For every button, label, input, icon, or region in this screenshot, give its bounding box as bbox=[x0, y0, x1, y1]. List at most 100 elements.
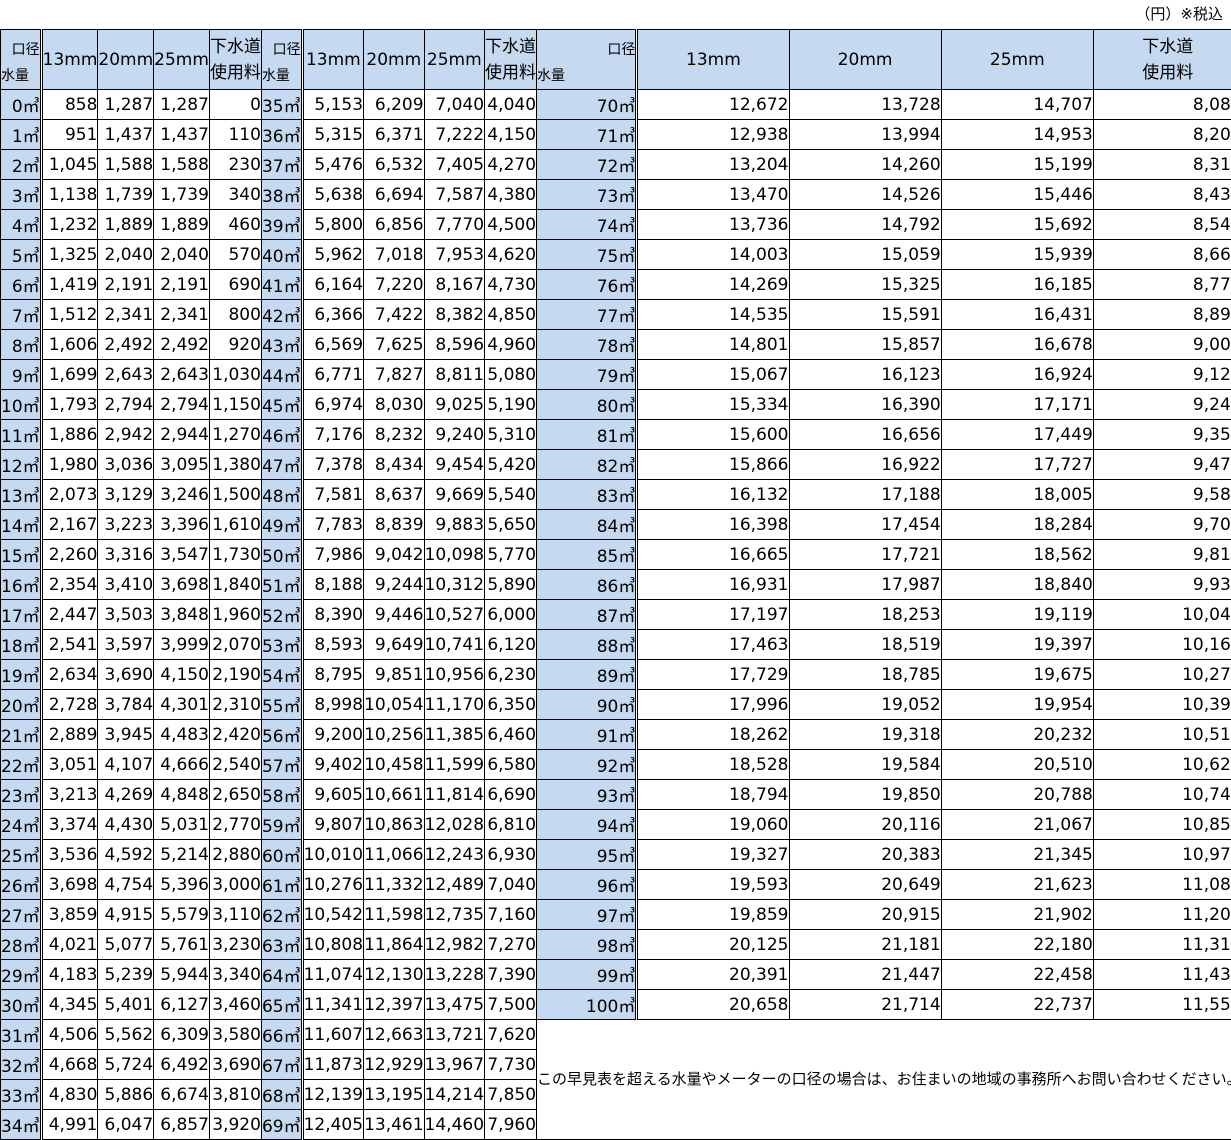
volume-cell: 30㎥ bbox=[0, 989, 43, 1020]
water-fee-cell: 10,863 bbox=[363, 809, 425, 840]
volume-cell: 94㎥ bbox=[536, 809, 639, 840]
volume-cell: 47㎥ bbox=[260, 449, 304, 480]
volume-cell: 81㎥ bbox=[536, 419, 639, 450]
water-fee-cell: 20,391 bbox=[636, 959, 790, 990]
water-fee-cell: 8,188 bbox=[301, 569, 365, 600]
water-fee-cell: 15,692 bbox=[940, 209, 1094, 240]
sewer-fee-cell: 2,070 bbox=[208, 629, 262, 660]
water-fee-cell: 16,123 bbox=[788, 359, 942, 390]
water-fee-cell: 13,967 bbox=[423, 1049, 486, 1080]
water-fee-cell: 21,067 bbox=[940, 809, 1094, 840]
water-fee-cell: 15,446 bbox=[940, 179, 1094, 210]
sewer-fee-cell: 3,110 bbox=[208, 899, 262, 930]
water-fee-cell: 5,476 bbox=[301, 149, 365, 180]
water-fee-cell: 3,698 bbox=[40, 869, 99, 900]
water-fee-cell: 9,883 bbox=[423, 509, 486, 540]
water-fee-cell: 951 bbox=[40, 119, 99, 150]
sewer-fee-cell: 7,270 bbox=[484, 929, 538, 960]
sewer-fee-cell: 1,380 bbox=[208, 449, 262, 480]
volume-cell: 99㎥ bbox=[536, 959, 639, 990]
water-fee-cell: 8,637 bbox=[363, 479, 425, 510]
water-fee-cell: 2,354 bbox=[40, 569, 99, 600]
water-fee-cell: 1,045 bbox=[40, 149, 99, 180]
sewer-fee-cell: 9,930 bbox=[1092, 569, 1231, 600]
water-fee-cell: 17,721 bbox=[788, 539, 942, 570]
volume-cell: 61㎥ bbox=[260, 869, 304, 900]
volume-cell: 5㎥ bbox=[0, 239, 43, 270]
volume-cell: 74㎥ bbox=[536, 209, 639, 240]
water-fee-cell: 7,220 bbox=[363, 269, 425, 300]
volume-cell: 72㎥ bbox=[536, 149, 639, 180]
water-fee-cell: 1,588 bbox=[97, 149, 155, 180]
water-fee-cell: 8,434 bbox=[363, 449, 425, 480]
sewer-fee-cell: 6,000 bbox=[484, 599, 538, 630]
water-fee-cell: 6,674 bbox=[153, 1079, 210, 1110]
volume-cell: 79㎥ bbox=[536, 359, 639, 390]
volume-cell: 89㎥ bbox=[536, 659, 639, 690]
sewer-fee-cell: 8,660 bbox=[1092, 239, 1231, 270]
water-fee-cell: 10,542 bbox=[301, 899, 365, 930]
water-fee-cell: 11,599 bbox=[423, 749, 486, 780]
water-fee-cell: 17,727 bbox=[940, 449, 1094, 480]
water-fee-cell: 19,954 bbox=[940, 689, 1094, 720]
water-fee-cell: 13,994 bbox=[788, 119, 942, 150]
water-fee-cell: 4,107 bbox=[97, 749, 155, 780]
water-fee-cell: 4,150 bbox=[153, 659, 210, 690]
water-fee-cell: 10,312 bbox=[423, 569, 486, 600]
volume-cell: 14㎥ bbox=[0, 509, 43, 540]
table-row: 15㎥ 2,260 3,316 3,547 1,730 50㎥ 7,986 9,042 10,0… bbox=[0, 539, 1231, 570]
sewer-fee-cell: 4,040 bbox=[484, 89, 538, 120]
volume-label: 水量 bbox=[1, 67, 29, 84]
sewer-fee-cell: 570 bbox=[208, 239, 262, 270]
volume-cell: 84㎥ bbox=[536, 509, 639, 540]
sewer-fee-cell: 11,080 bbox=[1092, 869, 1231, 900]
water-fee-cell: 6,532 bbox=[363, 149, 425, 180]
sewer-fee-cell: 5,770 bbox=[484, 539, 538, 570]
table-row: 10㎥ 1,793 2,794 2,794 1,150 45㎥ 6,974 8,030 9,02… bbox=[0, 389, 1231, 420]
sewer-fee-header-line2: 使用料 bbox=[209, 62, 261, 83]
water-fee-cell: 3,213 bbox=[40, 779, 99, 810]
water-fee-cell: 2,942 bbox=[97, 419, 155, 450]
sewer-fee-cell: 10,620 bbox=[1092, 749, 1231, 780]
water-fee-cell: 1,588 bbox=[153, 149, 210, 180]
sewer-fee-cell: 4,500 bbox=[484, 209, 538, 240]
volume-cell: 66㎥ bbox=[260, 1019, 304, 1050]
water-fee-cell: 2,040 bbox=[97, 239, 155, 270]
volume-cell: 92㎥ bbox=[536, 749, 639, 780]
water-fee-cell: 14,003 bbox=[636, 239, 790, 270]
diameter-header: 25mm bbox=[423, 29, 486, 90]
volume-label: 水量 bbox=[261, 67, 290, 84]
water-fee-cell: 1,606 bbox=[40, 329, 99, 360]
water-fee-cell: 18,562 bbox=[940, 539, 1094, 570]
water-fee-cell: 11,864 bbox=[363, 929, 425, 960]
volume-cell: 91㎥ bbox=[536, 719, 639, 750]
water-fee-cell: 3,503 bbox=[97, 599, 155, 630]
sewer-fee-cell: 7,040 bbox=[484, 869, 538, 900]
water-fee-cell: 8,811 bbox=[423, 359, 486, 390]
volume-cell: 22㎥ bbox=[0, 749, 43, 780]
sewer-fee-cell: 5,890 bbox=[484, 569, 538, 600]
sewer-fee-header-line2: 使用料 bbox=[485, 62, 537, 83]
water-fee-cell: 5,315 bbox=[301, 119, 365, 150]
water-fee-cell: 7,587 bbox=[423, 179, 486, 210]
volume-cell: 2㎥ bbox=[0, 149, 43, 180]
volume-cell: 8㎥ bbox=[0, 329, 43, 360]
sewer-fee-cell: 1,610 bbox=[208, 509, 262, 540]
water-fee-cell: 12,663 bbox=[363, 1019, 425, 1050]
water-fee-cell: 9,454 bbox=[423, 449, 486, 480]
table-row: 11㎥ 1,886 2,942 2,944 1,270 46㎥ 7,176 8,232 9,24… bbox=[0, 419, 1231, 450]
water-fee-cell: 2,492 bbox=[153, 329, 210, 360]
volume-cell: 36㎥ bbox=[260, 119, 304, 150]
volume-cell: 54㎥ bbox=[260, 659, 304, 690]
volume-cell: 59㎥ bbox=[260, 809, 304, 840]
water-fee-cell: 15,600 bbox=[636, 419, 790, 450]
water-fee-cell: 22,180 bbox=[940, 929, 1094, 960]
volume-cell: 11㎥ bbox=[0, 419, 43, 450]
water-fee-cell: 4,848 bbox=[153, 779, 210, 810]
water-fee-cell: 6,974 bbox=[301, 389, 365, 420]
sewer-fee-cell: 7,160 bbox=[484, 899, 538, 930]
table-row: 23㎥ 3,213 4,269 4,848 2,650 58㎥ 9,605 10,661 11,… bbox=[0, 779, 1231, 810]
volume-cell: 31㎥ bbox=[0, 1019, 43, 1050]
water-fee-cell: 5,638 bbox=[301, 179, 365, 210]
water-fee-cell: 2,944 bbox=[153, 419, 210, 450]
